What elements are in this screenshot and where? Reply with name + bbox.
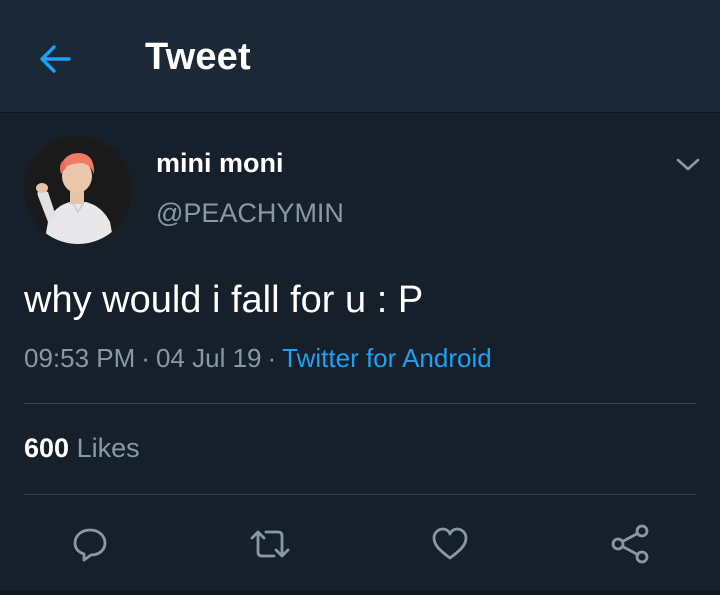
- tweet-text: why would i fall for u : P: [24, 279, 424, 321]
- top-bar: Tweet: [0, 0, 720, 113]
- tweet-source-link[interactable]: Twitter for Android: [282, 343, 492, 373]
- avatar[interactable]: [24, 136, 132, 244]
- share-icon: [611, 524, 649, 564]
- chevron-down-icon: [676, 158, 700, 171]
- retweet-icon: [250, 530, 290, 558]
- divider: [24, 403, 696, 404]
- separator-dot: ·: [267, 343, 277, 373]
- like-icon: [432, 527, 468, 560]
- likes-label: Likes: [76, 433, 140, 463]
- back-button[interactable]: [34, 38, 76, 80]
- arrow-left-icon: [40, 45, 71, 73]
- tweet-metadata: 09:53 PM · 04 Jul 19 · Twitter for Android: [24, 343, 492, 374]
- divider: [24, 494, 696, 495]
- likes-stat[interactable]: 600 Likes: [24, 433, 140, 464]
- tweet-time: 09:53 PM: [24, 343, 136, 373]
- more-options-button[interactable]: [674, 152, 702, 176]
- tweet-date: 04 Jul 19: [155, 343, 262, 373]
- likes-count: 600: [24, 433, 70, 463]
- share-button[interactable]: [608, 522, 652, 566]
- page-title: Tweet: [145, 36, 251, 78]
- author-handle[interactable]: @PEACHYMIN: [156, 198, 344, 229]
- separator-dot: ·: [141, 343, 150, 373]
- author-display-name[interactable]: mini moni: [156, 148, 284, 179]
- bottom-edge: [0, 590, 720, 595]
- like-button[interactable]: [428, 522, 472, 566]
- retweet-button[interactable]: [248, 522, 292, 566]
- reply-button[interactable]: [68, 522, 112, 566]
- reply-icon: [73, 528, 107, 562]
